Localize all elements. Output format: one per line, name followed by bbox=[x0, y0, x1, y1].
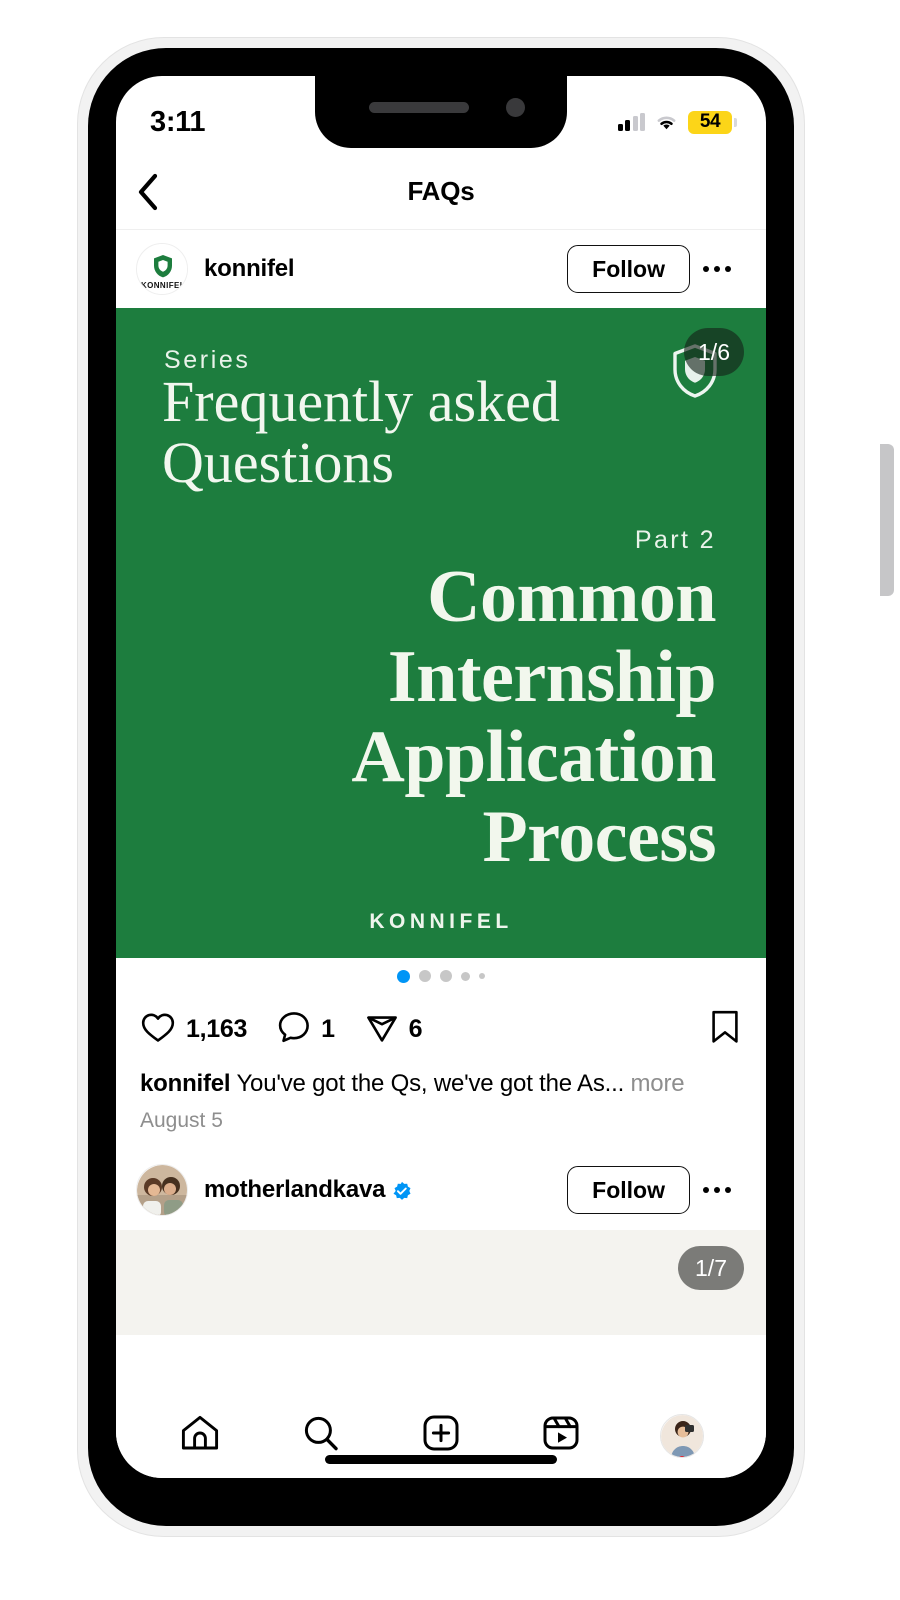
post-media-card[interactable]: Series Frequently asked Questions Part 2… bbox=[116, 308, 766, 958]
comment-icon[interactable] bbox=[277, 1010, 311, 1049]
feed-container[interactable]: KONNIFEL konnifel Follow Series Frequent… bbox=[116, 230, 766, 1392]
username-motherlandkava[interactable]: motherlandkava bbox=[204, 1176, 412, 1204]
heart-icon[interactable] bbox=[140, 1010, 176, 1049]
username-text: motherlandkava bbox=[204, 1176, 386, 1204]
bookmark-icon[interactable] bbox=[710, 1009, 740, 1050]
share-paperplane-icon[interactable] bbox=[365, 1010, 399, 1049]
carousel-dot[interactable] bbox=[419, 970, 431, 982]
bottom-tab-bar bbox=[116, 1392, 766, 1478]
verified-badge-icon bbox=[392, 1180, 412, 1201]
carousel-dot[interactable] bbox=[440, 970, 452, 982]
comment-action[interactable]: 1 bbox=[277, 1010, 335, 1049]
like-count: 1,163 bbox=[186, 1014, 248, 1043]
card-heading: Frequently asked Questions bbox=[162, 369, 560, 495]
profile-avatar[interactable] bbox=[659, 1413, 704, 1458]
follow-button-motherlandkava[interactable]: Follow bbox=[567, 1166, 690, 1215]
post-action-bar: 1,163 1 6 bbox=[116, 994, 766, 1064]
comment-count: 1 bbox=[321, 1014, 335, 1043]
phone-notch bbox=[315, 76, 567, 148]
like-action[interactable]: 1,163 bbox=[140, 1010, 247, 1049]
card-main-title: Common Internship Application Process bbox=[351, 556, 716, 878]
post-date: August 5 bbox=[140, 1109, 223, 1133]
avatar-motherlandkava[interactable] bbox=[136, 1164, 188, 1217]
reels-icon[interactable] bbox=[542, 1414, 580, 1457]
carousel-dot-active[interactable] bbox=[397, 969, 410, 983]
carousel-dot[interactable] bbox=[479, 973, 485, 979]
tab-profile[interactable] bbox=[647, 1407, 717, 1465]
share-count: 6 bbox=[408, 1014, 423, 1043]
nav-header: FAQs bbox=[116, 154, 766, 230]
post-caption[interactable]: konnifel You've got the Qs, we've got th… bbox=[116, 1064, 766, 1099]
phone-screen: 3:11 54 FAQs KONNIFEL konnifel Follow Se… bbox=[116, 76, 766, 1478]
post-header-konnifel: KONNIFEL konnifel Follow bbox=[116, 230, 766, 308]
carousel-dots bbox=[116, 958, 766, 994]
post-options-button-motherlandkava[interactable] bbox=[690, 1166, 744, 1214]
post-media-placeholder[interactable]: 1/7 bbox=[116, 1229, 766, 1336]
avatar-konnifel[interactable]: KONNIFEL bbox=[136, 243, 188, 295]
status-bar-indicators: 54 bbox=[617, 110, 737, 134]
carousel-counter-badge: 1/6 bbox=[684, 328, 744, 376]
power-button[interactable] bbox=[880, 444, 894, 596]
username-konnifel[interactable]: konnifel bbox=[204, 255, 295, 283]
search-icon[interactable] bbox=[302, 1414, 340, 1457]
card-part-label: Part 2 bbox=[634, 526, 716, 554]
svg-text:KONNIFEL: KONNIFEL bbox=[141, 281, 185, 290]
home-indicator[interactable] bbox=[325, 1455, 557, 1464]
page-title: FAQs bbox=[407, 176, 475, 206]
card-brand-label: KONNIFEL bbox=[369, 910, 513, 933]
status-bar-clock: 3:11 bbox=[150, 105, 206, 138]
share-action[interactable]: 6 bbox=[365, 1010, 423, 1049]
post-options-button-konnifel[interactable] bbox=[690, 245, 744, 293]
wifi-icon bbox=[654, 113, 679, 131]
post-header-motherlandkava: motherlandkava Follow bbox=[116, 1151, 766, 1230]
carousel-dot[interactable] bbox=[461, 971, 470, 981]
plus-square-icon[interactable] bbox=[422, 1414, 460, 1457]
follow-button-konnifel[interactable]: Follow bbox=[567, 245, 690, 293]
caption-username[interactable]: konnifel bbox=[140, 1070, 231, 1097]
tab-home[interactable] bbox=[165, 1407, 235, 1465]
carousel-counter-badge-2: 1/7 bbox=[678, 1246, 744, 1291]
battery-indicator: 54 bbox=[688, 110, 737, 134]
earpiece-speaker bbox=[369, 102, 469, 113]
caption-more-link[interactable]: more bbox=[631, 1070, 685, 1097]
home-icon[interactable] bbox=[180, 1414, 220, 1457]
cellular-signal-icon bbox=[617, 113, 645, 131]
battery-percent: 54 bbox=[699, 111, 721, 132]
front-camera bbox=[506, 98, 525, 117]
phone-device-frame: 3:11 54 FAQs KONNIFEL konnifel Follow Se… bbox=[78, 38, 894, 1536]
caption-text: You've got the Qs, we've got the As... bbox=[236, 1070, 625, 1097]
